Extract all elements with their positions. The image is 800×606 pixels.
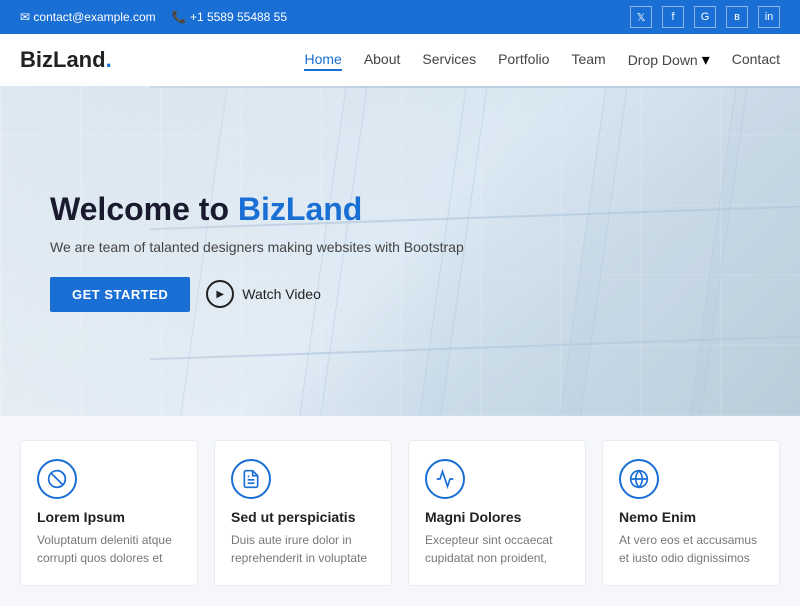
google-icon[interactable]: G xyxy=(694,6,716,28)
feature-desc-1: Voluptatum deleniti atque corrupti quos … xyxy=(37,531,181,567)
phone-contact[interactable]: 📞 +1 5589 55488 55 xyxy=(172,10,287,24)
social-links: 𝕏 f G в in xyxy=(630,6,780,28)
nav-item-portfolio[interactable]: Portfolio xyxy=(498,51,549,69)
feature-title-4: Nemo Enim xyxy=(619,509,763,525)
nav-item-dropdown[interactable]: Drop Down ▾ xyxy=(628,50,710,70)
nav-menu: Home About Services Portfolio Team Drop … xyxy=(304,50,780,70)
chevron-down-icon: ▾ xyxy=(702,50,710,70)
top-bar-contact: ✉ contact@example.com 📞 +1 5589 55488 55 xyxy=(20,10,287,24)
facebook-icon[interactable]: f xyxy=(662,6,684,28)
logo-text: BizLand xyxy=(20,47,106,72)
feature-card-1: Lorem Ipsum Voluptatum deleniti atque co… xyxy=(20,440,198,586)
features-section: Lorem Ipsum Voluptatum deleniti atque co… xyxy=(0,416,800,606)
nav-item-team[interactable]: Team xyxy=(571,51,605,69)
hero-subtitle: We are team of talanted designers making… xyxy=(50,239,464,255)
nav-item-home[interactable]: Home xyxy=(304,51,341,69)
watch-video-button[interactable]: ▶ Watch Video xyxy=(206,280,321,308)
hero-title: Welcome to BizLand xyxy=(50,190,464,228)
hero-section: Welcome to BizLand We are team of talant… xyxy=(0,86,800,416)
feature-card-3: Magni Dolores Excepteur sint occaecat cu… xyxy=(408,440,586,586)
feature-title-2: Sed ut perspiciatis xyxy=(231,509,375,525)
navbar: BizLand. Home About Services Portfolio T… xyxy=(0,34,800,86)
play-icon: ▶ xyxy=(206,280,234,308)
email-contact[interactable]: ✉ contact@example.com xyxy=(20,10,156,24)
hero-content: Welcome to BizLand We are team of talant… xyxy=(0,190,464,311)
feature-card-4: Nemo Enim At vero eos et accusamus et iu… xyxy=(602,440,780,586)
get-started-button[interactable]: GET STARTED xyxy=(50,277,190,312)
nav-item-about[interactable]: About xyxy=(364,51,401,69)
feature-desc-2: Duis aute irure dolor in reprehenderit i… xyxy=(231,531,375,567)
feature-card-2: Sed ut perspiciatis Duis aute irure dolo… xyxy=(214,440,392,586)
feature-icon-1 xyxy=(37,459,77,499)
hero-actions: GET STARTED ▶ Watch Video xyxy=(50,277,464,312)
top-bar: ✉ contact@example.com 📞 +1 5589 55488 55… xyxy=(0,0,800,34)
watch-video-label: Watch Video xyxy=(242,286,321,302)
feature-icon-2 xyxy=(231,459,271,499)
feature-title-1: Lorem Ipsum xyxy=(37,509,181,525)
logo-dot: . xyxy=(106,47,112,72)
feature-icon-3 xyxy=(425,459,465,499)
feature-desc-4: At vero eos et accusamus et iusto odio d… xyxy=(619,531,763,567)
hero-title-accent: BizLand xyxy=(238,191,362,227)
site-logo[interactable]: BizLand. xyxy=(20,47,112,73)
feature-icon-4 xyxy=(619,459,659,499)
vk-icon[interactable]: в xyxy=(726,6,748,28)
phone-icon: 📞 xyxy=(172,10,187,24)
twitter-icon[interactable]: 𝕏 xyxy=(630,6,652,28)
nav-item-services[interactable]: Services xyxy=(422,51,476,69)
linkedin-icon[interactable]: in xyxy=(758,6,780,28)
feature-desc-3: Excepteur sint occaecat cupidatat non pr… xyxy=(425,531,569,567)
email-icon: ✉ xyxy=(20,10,30,24)
nav-item-contact[interactable]: Contact xyxy=(732,51,780,69)
feature-title-3: Magni Dolores xyxy=(425,509,569,525)
